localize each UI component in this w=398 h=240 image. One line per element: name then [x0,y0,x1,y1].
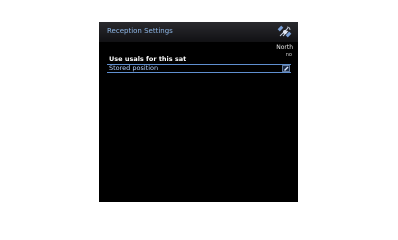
north-header-label: North [276,44,293,51]
use-usals-row[interactable]: Use usals for this sat [107,55,291,63]
window-title: Reception Settings [107,27,173,35]
edit-icon[interactable] [282,65,290,72]
stored-position-label: Stored position [109,64,159,72]
settings-panel: North no Use usals for this sat Stored p… [105,44,293,196]
satellite-icon [277,25,292,38]
stored-position-row[interactable]: Stored position [107,64,291,73]
reception-settings-window: Reception Settings North no Use usals fo… [99,22,298,202]
title-bar: Reception Settings [99,22,298,42]
use-usals-label: Use usals for this sat [109,55,187,63]
